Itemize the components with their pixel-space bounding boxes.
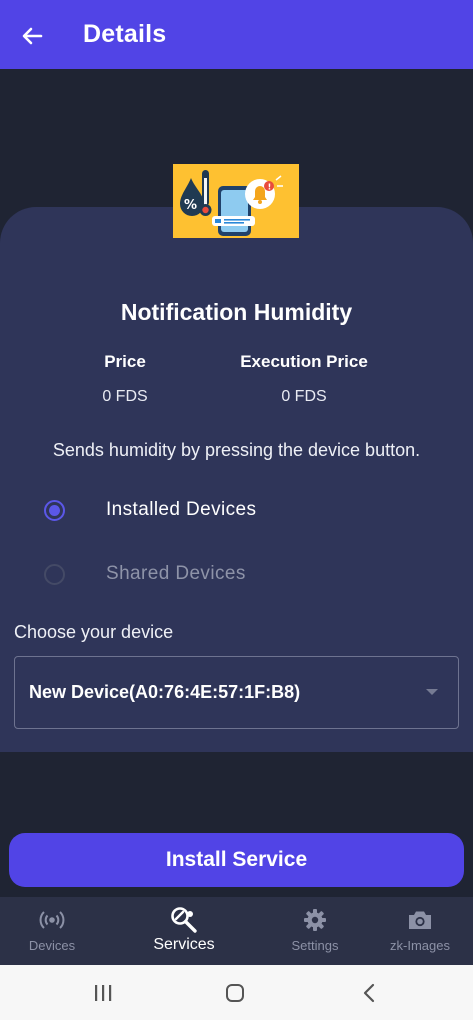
installed-devices-label: Installed Devices [106,499,257,520]
back-icon [363,983,375,1003]
price-value: 0 FDS [102,388,148,405]
nav-label-services: Services [153,936,215,953]
radio-selected[interactable] [44,499,65,521]
gear-icon [304,909,326,931]
nav-item-zk-images[interactable]: zk-Images [380,897,460,965]
selected-device: New Device(A0:76:4E:57:1F:B8) [29,682,301,702]
execution-price-column: Execution Price 0 FDS [219,352,389,406]
nav-label-zk-images: zk-Images [390,938,450,953]
humidity-notification-illustration: % ! [180,170,283,236]
nav-item-devices[interactable]: Devices [17,897,87,965]
back-button[interactable] [14,18,50,54]
device-dropdown[interactable]: New Device(A0:76:4E:57:1F:B8) [14,656,459,729]
recent-apps-button[interactable] [88,979,118,1007]
arrow-left-icon [22,27,43,45]
shared-devices-radio[interactable]: Shared Devices [44,563,246,585]
nav-item-settings[interactable]: Settings [280,897,350,965]
nav-item-services[interactable]: Services [143,897,225,965]
execution-price-label: Execution Price [240,352,368,371]
broadcast-icon [39,911,65,929]
choose-device-label: Choose your device [14,622,174,642]
service-description: Sends humidity by pressing the device bu… [52,440,421,460]
shared-devices-label: Shared Devices [106,563,246,584]
home-button[interactable] [220,979,250,1007]
camera-icon [409,911,431,929]
caret-down-icon [426,689,438,695]
svg-text:!: ! [268,183,272,192]
price-column: Price 0 FDS [65,352,185,406]
app-bar: Details [0,0,473,69]
recent-apps-icon [95,985,112,1001]
service-name: Notification Humidity [120,299,353,325]
nav-label-settings: Settings [291,938,339,953]
execution-price-value: 0 FDS [281,388,327,405]
system-back-button[interactable] [354,979,384,1007]
price-label: Price [104,352,146,371]
page-title: Details [83,20,167,48]
services-icon [171,907,197,933]
service-illustration: % ! [173,164,299,238]
install-service-button[interactable]: Install Service [9,833,464,887]
home-icon [226,984,244,1002]
radio-unselected[interactable] [44,563,65,585]
installed-devices-radio[interactable]: Installed Devices [44,499,256,521]
system-navigation-bar [0,965,473,1020]
svg-text:%: % [184,198,197,213]
nav-label-devices: Devices [28,938,76,953]
bottom-navigation: Devices Services Settings zk-Images [0,897,473,965]
